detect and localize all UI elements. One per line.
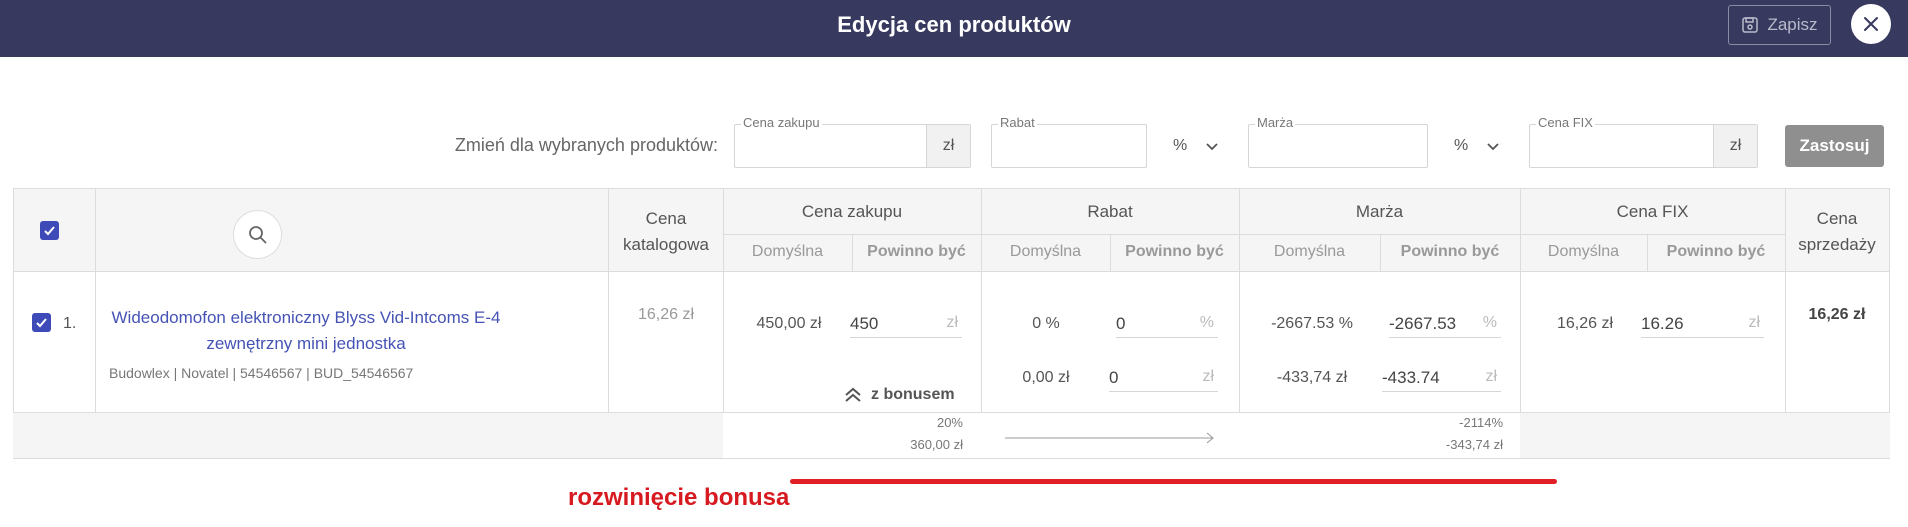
purchase-price-input[interactable]: 450 zł [850,308,962,338]
select-all-checkbox[interactable] [40,221,59,240]
search-button[interactable] [233,210,282,259]
fix-price-input[interactable]: 16.26 zł [1641,308,1764,338]
subheader-default: Domyślna [751,243,824,260]
double-chevron-up-icon [845,387,861,402]
bulk-purchase-label: Cena zakupu [741,115,822,130]
product-name-link[interactable]: Wideodomofon elektroniczny Blyss Vid-Int… [110,305,502,357]
close-icon [1864,17,1878,31]
discount-amount-unit: zł [1202,368,1214,385]
fix-price-input-value: 16.26 [1641,314,1684,333]
margin-pct-input[interactable]: -2667.53 % [1389,308,1501,338]
subheader-default: Domyślna [1547,243,1620,260]
header-discount: Rabat [1087,202,1133,221]
bonus-margin-pct: -2114% [1459,415,1503,430]
margin-amount-default-value: -433,74 zł [1276,369,1348,386]
row-checkbox[interactable] [32,313,51,332]
subheader-default: Domyślna [1009,243,1082,260]
bulk-purchase-suffix: zł [926,125,970,167]
subheader-should-be: Powinno być [1400,243,1500,260]
discount-pct-input[interactable]: 0 % [1116,308,1218,338]
bulk-margin-unit-select[interactable]: % [1454,124,1500,168]
bulk-discount-unit-value: % [1173,137,1188,154]
header-fix-price: Cena FIX [1616,202,1689,221]
purchase-default-value: 450,00 zł [756,315,822,332]
save-button-label: Zapisz [1767,15,1818,34]
modal-header: Edycja cen produktów Zapisz [0,0,1908,57]
subheader-default: Domyślna [1273,243,1346,260]
fix-price-unit: zł [1748,314,1760,331]
margin-pct-default-value: -2667.53 % [1271,315,1353,332]
chevron-down-icon [1487,143,1499,151]
margin-pct-input-value: -2667.53 [1389,314,1457,333]
row-index: 1. [63,315,77,332]
annotation-underline [790,479,1557,484]
bulk-margin-input[interactable] [1248,124,1428,168]
bulk-fix-label: Cena FIX [1536,115,1595,130]
discount-pct-unit: % [1199,314,1214,331]
save-button[interactable]: Zapisz [1728,5,1831,45]
discount-amount-input[interactable]: 0 zł [1109,362,1218,392]
close-button[interactable] [1851,4,1891,44]
annotation-label: rozwinięcie bonusa [568,484,790,511]
bulk-purchase-price-input[interactable]: zł [734,124,971,168]
check-icon [36,318,47,328]
bulk-fix-price-input[interactable]: zł [1529,124,1758,168]
sale-price-value: 16,26 zł [1808,306,1866,323]
bonus-toggle-label: z bonusem [871,386,955,403]
bulk-discount-unit-select[interactable]: % [1173,124,1219,168]
search-icon [248,225,267,244]
header-sale-price: Cena sprzedaży [1798,209,1876,254]
discount-pct-input-value: 0 [1116,314,1126,333]
discount-amount-default-value: 0,00 zł [1022,369,1070,386]
bulk-margin-unit-value: % [1454,137,1469,154]
fix-default-value: 16,26 zł [1556,315,1614,332]
discount-pct-default-value: 0 % [1032,315,1060,332]
arrow-right-icon [1005,432,1214,444]
header-purchase-price: Cena zakupu [801,202,903,221]
bulk-edit-label: Zmień dla wybranych produktów: [454,135,718,155]
discount-amount-input-value: 0 [1109,368,1119,387]
bulk-fix-suffix: zł [1713,125,1757,167]
purchase-price-unit: zł [946,314,958,331]
bonus-row-bg-left [13,412,723,459]
bonus-toggle[interactable]: z bonusem [843,385,955,405]
product-meta: Budowlex | Novatel | 54546567 | BUD_5454… [109,365,414,381]
purchase-price-input-value: 450 [850,314,879,333]
header-catalog-price: Cena katalogowa [622,209,709,254]
modal-title: Edycja cen produktów [837,12,1071,37]
apply-button[interactable]: Zastosuj [1785,125,1884,167]
bonus-row-bg-right [1520,412,1890,459]
save-icon [1742,17,1759,33]
chevron-down-icon [1206,143,1218,151]
margin-amount-input-value: -433.74 [1382,368,1440,387]
catalog-price-value: 16,26 zł [637,306,695,323]
subheader-should-be: Powinno być [1666,243,1766,260]
bulk-discount-label: Rabat [998,115,1037,130]
margin-pct-unit: % [1482,314,1497,331]
bonus-amount: 360,00 zł [910,437,963,452]
check-icon [44,226,55,236]
bulk-margin-label: Marża [1255,115,1296,130]
subheader-should-be: Powinno być [867,243,966,260]
subheader-should-be: Powinno być [1125,243,1224,260]
margin-amount-input[interactable]: -433.74 zł [1382,362,1501,392]
bulk-discount-input[interactable] [991,124,1147,168]
margin-amount-unit: zł [1485,368,1497,385]
header-margin: Marża [1355,202,1404,221]
bonus-margin-amount: -343,74 zł [1445,437,1503,452]
products-table: Cena katalogowa Cena zakupu Rabat Marża … [13,188,1890,459]
bonus-pct: 20% [936,415,963,430]
